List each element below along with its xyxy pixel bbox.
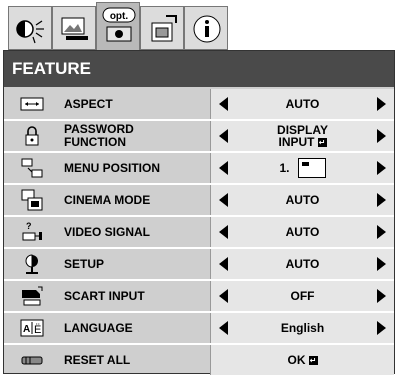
menu-row-aspect[interactable]: ASPECT AUTO <box>4 89 394 121</box>
right-arrow-icon[interactable] <box>377 193 386 207</box>
video-signal-icon: ? <box>22 221 42 241</box>
aspect-label: ASPECT <box>64 96 113 111</box>
cinema-mode-selector[interactable]: AUTO <box>210 185 394 215</box>
aspect-icon <box>20 97 44 111</box>
svg-text:?: ? <box>26 221 32 231</box>
right-arrow-icon[interactable] <box>377 225 386 239</box>
password-function-value: DISPLAY INPUT ↵ <box>227 121 378 151</box>
menu-row-scart-input[interactable]: SCART INPUT OFF <box>4 281 394 313</box>
reset-all-button[interactable]: OK ↵ <box>210 345 394 375</box>
right-arrow-icon[interactable] <box>377 321 386 335</box>
right-arrow-icon[interactable] <box>377 161 386 175</box>
menu-position-label: MENU POSITION <box>64 160 161 175</box>
menu-title: FEATURE <box>4 51 394 87</box>
menu-row-password-function[interactable]: PASSWORD FUNCTION DISPLAY INPUT ↵ <box>4 121 394 153</box>
menu-row-menu-position[interactable]: MENU POSITION 1. <box>4 153 394 185</box>
feature-menu-panel: FEATURE ASPECT AUTO PASSWORD FUNCTION DI… <box>3 50 395 375</box>
svg-text:A: A <box>23 324 30 335</box>
tab-opt[interactable]: opt. <box>96 2 140 50</box>
image-tab-icon <box>61 17 88 40</box>
setup-label: SETUP <box>64 256 105 271</box>
scart-input-value: OFF <box>290 289 315 303</box>
tab-picture-adjust[interactable] <box>8 6 52 50</box>
padlock-icon <box>25 126 39 146</box>
right-arrow-icon[interactable] <box>377 129 386 143</box>
aspect-selector[interactable]: AUTO <box>210 89 394 119</box>
menu-tabs: opt. <box>8 2 228 50</box>
menu-position-selector[interactable]: 1. <box>210 153 394 183</box>
menu-position-preview-icon <box>297 158 326 178</box>
setup-icon <box>25 254 38 274</box>
right-arrow-icon[interactable] <box>377 289 386 303</box>
opt-tab-label: opt. <box>110 11 129 22</box>
tab-info[interactable] <box>184 6 228 50</box>
scart-input-selector[interactable]: OFF <box>210 281 394 311</box>
reset-all-label: RESET ALL <box>64 352 131 367</box>
scart-input-label: SCART INPUT <box>64 288 145 303</box>
menu-row-language[interactable]: A Ë LANGUAGE English <box>4 313 394 345</box>
cinema-mode-icon <box>21 189 43 211</box>
cinema-mode-label: CINEMA MODE <box>64 192 151 207</box>
right-arrow-icon[interactable] <box>377 257 386 271</box>
tab-installation[interactable] <box>140 6 184 50</box>
reset-all-icon <box>21 356 43 365</box>
password-function-selector[interactable]: DISPLAY INPUT ↵ <box>210 121 394 151</box>
setup-selector[interactable]: AUTO <box>210 249 394 279</box>
menu-row-setup[interactable]: SETUP AUTO <box>4 249 394 281</box>
cinema-mode-value: AUTO <box>285 193 320 207</box>
tab-image[interactable] <box>52 6 96 50</box>
language-selector[interactable]: English <box>210 313 394 343</box>
video-signal-value: AUTO <box>285 225 320 239</box>
password-value-line2: INPUT <box>278 135 315 149</box>
reset-all-value-wrap: OK ↵ <box>227 345 378 375</box>
scart-input-icon <box>22 286 43 306</box>
opt-tab-icon: opt. <box>102 7 136 42</box>
menu-position-icon <box>21 158 43 178</box>
video-signal-selector[interactable]: AUTO <box>210 217 394 247</box>
menu-row-cinema-mode[interactable]: CINEMA MODE AUTO <box>4 185 394 217</box>
menu-position-value: 1. <box>279 161 290 175</box>
installation-tab-icon <box>151 15 177 42</box>
enter-icon: ↵ <box>317 138 327 148</box>
reset-all-value: OK <box>287 353 306 367</box>
video-signal-label: VIDEO SIGNAL <box>64 224 151 239</box>
password-label-line2: FUNCTION <box>64 135 126 149</box>
svg-text:Ë: Ë <box>34 324 41 336</box>
picture-adjust-tab-icon <box>16 20 44 44</box>
password-function-label: PASSWORD FUNCTION <box>64 121 134 151</box>
language-value: English <box>280 321 325 335</box>
menu-row-video-signal[interactable]: ? VIDEO SIGNAL AUTO <box>4 217 394 249</box>
menu-row-reset-all[interactable]: RESET ALL OK ↵ <box>4 345 394 375</box>
enter-icon: ↵ <box>308 355 318 365</box>
menu-position-value-wrap: 1. <box>227 153 378 183</box>
aspect-value: AUTO <box>285 97 320 111</box>
setup-value: AUTO <box>285 257 320 271</box>
info-tab-icon <box>193 15 221 43</box>
right-arrow-icon[interactable] <box>377 97 386 111</box>
language-icon: A Ë <box>20 319 44 337</box>
language-label: LANGUAGE <box>64 320 133 335</box>
